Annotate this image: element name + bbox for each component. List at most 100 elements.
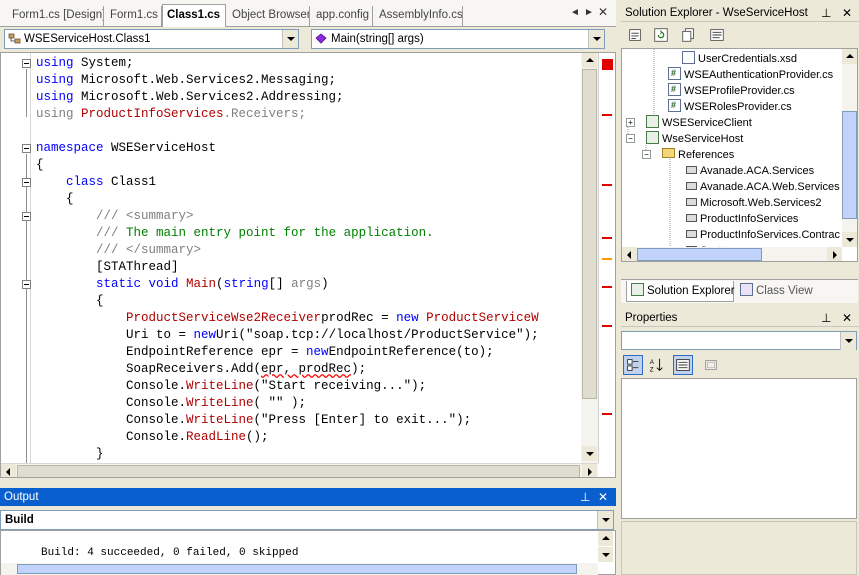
tree-item[interactable]: WSEServiceClient bbox=[646, 115, 752, 131]
warning-marker[interactable] bbox=[602, 258, 612, 260]
code-line[interactable]: /// The main entry point for the applica… bbox=[36, 225, 434, 242]
properties-object-dropdown[interactable] bbox=[621, 331, 857, 350]
code-line[interactable]: using Microsoft.Web.Services2.Messaging; bbox=[36, 72, 336, 89]
code-line[interactable]: Uri to = newUri("soap.tcp://localhost/Pr… bbox=[36, 327, 539, 344]
tree-item[interactable]: References bbox=[662, 147, 734, 163]
error-marker[interactable] bbox=[602, 237, 612, 239]
tab-scroll-right-icon[interactable]: ► bbox=[584, 6, 594, 20]
code-line[interactable]: Console.WriteLine("Start receiving..."); bbox=[36, 378, 426, 395]
tree-item[interactable]: ProductInfoServices bbox=[686, 211, 798, 227]
tree-item[interactable]: ProductInfoServices.Contrac bbox=[686, 227, 840, 243]
scroll-down-icon[interactable] bbox=[842, 232, 857, 247]
pin-icon[interactable]: ⊥ bbox=[821, 4, 831, 22]
scroll-left-icon[interactable] bbox=[622, 247, 637, 261]
code-line[interactable]: { bbox=[36, 191, 74, 208]
tab-form1-cs[interactable]: Form1.cs bbox=[104, 6, 162, 26]
editor-horizontal-scrollbar[interactable] bbox=[1, 463, 598, 477]
properties-icon[interactable] bbox=[625, 25, 645, 45]
scroll-down-icon[interactable] bbox=[582, 446, 597, 461]
collapse-class-toggle[interactable] bbox=[22, 178, 31, 187]
chevron-down-icon[interactable] bbox=[588, 30, 604, 48]
code-line[interactable]: Console.ReadLine(); bbox=[36, 429, 269, 446]
pin-icon[interactable]: ⊥ bbox=[821, 309, 831, 327]
code-line[interactable]: ProductServiceWse2ReceiverprodRec = new … bbox=[36, 310, 539, 327]
refresh-icon[interactable] bbox=[651, 25, 671, 45]
code-line[interactable]: using Microsoft.Web.Services2.Addressing… bbox=[36, 89, 344, 106]
output-text-area[interactable]: Build: 4 succeeded, 0 failed, 0 skipped bbox=[0, 530, 616, 575]
close-icon[interactable]: ✕ bbox=[842, 4, 852, 22]
scroll-up-icon[interactable] bbox=[842, 49, 857, 64]
member-dropdown[interactable]: Main(string[] args) bbox=[311, 29, 605, 49]
alphabetical-sort-icon[interactable]: AZ bbox=[646, 355, 666, 375]
code-line[interactable]: namespace WSEServiceHost bbox=[36, 140, 216, 157]
code-line[interactable]: } bbox=[36, 446, 104, 461]
collapse-namespace-toggle[interactable] bbox=[22, 144, 31, 153]
tree-item[interactable]: WSEAuthenticationProvider.cs bbox=[668, 65, 833, 83]
scroll-left-icon[interactable] bbox=[1, 464, 16, 477]
tab-form1-design[interactable]: Form1.cs [Design] bbox=[6, 6, 104, 26]
close-icon[interactable]: ✕ bbox=[842, 309, 852, 327]
code-line[interactable]: using ProductInfoServices.Receivers; bbox=[36, 106, 306, 123]
code-line[interactable]: SoapReceivers.Add(epr, prodRec); bbox=[36, 361, 366, 378]
scroll-up-icon[interactable] bbox=[598, 531, 613, 546]
code-line[interactable]: class Class1 bbox=[36, 174, 156, 191]
error-marker[interactable] bbox=[602, 184, 612, 186]
scrollbar-thumb[interactable] bbox=[842, 111, 857, 219]
tree-item[interactable]: WSEProfileProvider.cs bbox=[668, 81, 795, 99]
code-line[interactable]: using System; bbox=[36, 55, 134, 72]
chevron-down-icon[interactable] bbox=[597, 511, 613, 529]
type-dropdown[interactable]: WSEServiceHost.Class1 bbox=[4, 29, 299, 49]
scroll-right-icon[interactable] bbox=[582, 464, 597, 477]
scrollbar-thumb[interactable] bbox=[582, 69, 597, 399]
tree-item[interactable]: WSERolesProvider.cs bbox=[668, 97, 792, 115]
code-line[interactable]: /// </summary> bbox=[36, 242, 201, 259]
tab-scroll-left-icon[interactable]: ◄ bbox=[570, 6, 580, 20]
tree-horizontal-scrollbar[interactable] bbox=[622, 247, 842, 261]
tab-object-browser[interactable]: Object Browser bbox=[226, 6, 310, 26]
tab-solution-explorer[interactable]: Solution Explorer bbox=[626, 281, 735, 302]
categorized-icon[interactable] bbox=[623, 355, 643, 375]
solution-tree[interactable]: UserCredentials.xsd WSEAuthenticationProv… bbox=[621, 48, 858, 262]
view-code-icon[interactable] bbox=[707, 25, 727, 45]
scroll-down-icon[interactable] bbox=[598, 547, 613, 562]
tree-item[interactable]: WseServiceHost bbox=[646, 131, 743, 147]
code-line[interactable]: { bbox=[36, 293, 104, 310]
code-editor[interactable]: using System; using Microsoft.Web.Service… bbox=[0, 52, 616, 478]
tab-class-view[interactable]: Class View bbox=[736, 281, 816, 302]
tab-app-config[interactable]: app.config bbox=[310, 6, 373, 26]
error-marker[interactable] bbox=[602, 413, 612, 415]
chevron-down-icon[interactable] bbox=[840, 332, 856, 350]
code-line[interactable]: Console.WriteLine("Press [Enter] to exit… bbox=[36, 412, 471, 429]
output-source-dropdown[interactable]: Build bbox=[0, 510, 614, 530]
code-line[interactable]: static void Main(string[] args) bbox=[36, 276, 329, 293]
expand-icon[interactable]: + bbox=[626, 118, 635, 127]
tab-class1-cs[interactable]: Class1.cs bbox=[162, 4, 226, 27]
tree-item[interactable]: Avanade.ACA.Web.Services bbox=[686, 179, 840, 195]
code-line[interactable]: Console.WriteLine( "" ); bbox=[36, 395, 306, 412]
code-line[interactable]: EndpointReference epr = newEndpointRefer… bbox=[36, 344, 494, 361]
collapse-method-toggle[interactable] bbox=[22, 280, 31, 289]
close-document-icon[interactable]: ✕ bbox=[598, 5, 608, 19]
code-line[interactable]: { bbox=[36, 157, 44, 174]
error-marker[interactable] bbox=[602, 325, 612, 327]
tree-item[interactable]: Microsoft.Web.Services2 bbox=[686, 195, 821, 211]
pin-icon[interactable]: ⊥ bbox=[580, 488, 590, 506]
code-line[interactable]: /// <summary> bbox=[36, 208, 194, 225]
scrollbar-thumb[interactable] bbox=[17, 564, 577, 574]
tree-item[interactable]: Avanade.ACA.Services bbox=[686, 163, 814, 179]
tree-vertical-scrollbar[interactable] bbox=[842, 49, 857, 247]
tree-item[interactable]: UserCredentials.xsd bbox=[682, 51, 797, 67]
scrollbar-thumb[interactable] bbox=[17, 465, 580, 477]
scroll-up-icon[interactable] bbox=[582, 53, 597, 68]
output-horizontal-scrollbar[interactable] bbox=[1, 563, 598, 575]
code-text-area[interactable]: using System; using Microsoft.Web.Service… bbox=[36, 55, 580, 461]
chevron-down-icon[interactable] bbox=[282, 30, 298, 48]
error-marker[interactable] bbox=[602, 286, 612, 288]
collapse-usings-toggle[interactable] bbox=[22, 59, 31, 68]
collapse-icon[interactable]: − bbox=[626, 134, 635, 143]
close-icon[interactable]: ✕ bbox=[598, 488, 608, 506]
show-all-files-icon[interactable] bbox=[679, 25, 699, 45]
editor-vertical-scrollbar[interactable] bbox=[581, 53, 598, 463]
error-marker[interactable] bbox=[602, 114, 612, 116]
property-grid[interactable] bbox=[621, 378, 857, 519]
